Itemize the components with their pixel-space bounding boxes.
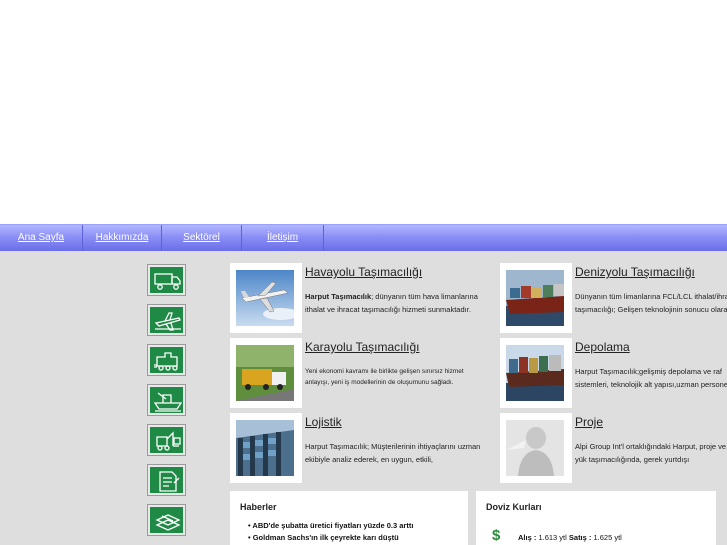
storage-description: Harput Taşımacılık;gelişmiş depolama ve … bbox=[575, 367, 727, 389]
air-transport-title[interactable]: Havayolu Taşımacılığı bbox=[305, 265, 422, 279]
sea-transport-description: Dünyanın tüm limanlarına FCL/LCL ithalat… bbox=[575, 292, 727, 314]
packages-icon[interactable] bbox=[148, 505, 185, 535]
forklift-icon[interactable] bbox=[148, 425, 185, 455]
nav-sectoral-link[interactable]: Sektörel bbox=[162, 225, 242, 251]
project-thumbnail[interactable] bbox=[500, 413, 572, 483]
news-title: Haberler bbox=[240, 502, 277, 512]
logistics-title[interactable]: Lojistik bbox=[305, 415, 342, 429]
sell-label: Satış : bbox=[568, 533, 592, 542]
nav-about-link[interactable]: Hakkımızda bbox=[83, 225, 162, 251]
air-company-name: Harput Taşımacılık bbox=[305, 292, 372, 301]
currency-title: Doviz Kurları bbox=[486, 502, 542, 512]
road-transport-title[interactable]: Karayolu Taşımacılığı bbox=[305, 340, 420, 354]
project-title[interactable]: Proje bbox=[575, 415, 603, 429]
news-item[interactable]: • Goldman Sachs'ın ilk çeyrekte karı düş… bbox=[248, 533, 399, 542]
sell-value: 1.625 ytl bbox=[593, 533, 622, 542]
document-icon[interactable] bbox=[148, 465, 185, 495]
truck-icon[interactable] bbox=[148, 265, 185, 295]
air-transport-description: Harput Taşımacılık; dünyanın tüm hava li… bbox=[305, 291, 483, 316]
news-item[interactable]: • ABD'de şubatta üretici fiyatları yüzde… bbox=[248, 521, 413, 530]
sea-transport-title[interactable]: Denizyolu Taşımacılığı bbox=[575, 265, 695, 279]
road-transport-card: Karayolu Taşımacılığı Yeni ekonomi kavra… bbox=[230, 338, 478, 408]
logistics-thumbnail[interactable] bbox=[230, 413, 302, 483]
road-transport-thumbnail[interactable] bbox=[230, 338, 302, 408]
storage-thumbnail[interactable] bbox=[500, 338, 572, 408]
storage-title[interactable]: Depolama bbox=[575, 340, 630, 354]
currency-panel: Doviz Kurları $ Alış : 1.613 ytl Satış :… bbox=[476, 491, 716, 545]
air-transport-card: Havayolu Taşımacılığı Harput Taşımacılık… bbox=[230, 263, 478, 333]
project-description: Alpi Group Int'l ortaklığındaki Harput, … bbox=[575, 442, 727, 464]
logistics-card: Lojistik Harput Taşımacılık; Müşterileri… bbox=[230, 413, 480, 483]
ship-icon[interactable] bbox=[148, 385, 185, 415]
sea-transport-thumbnail[interactable] bbox=[500, 263, 572, 333]
train-icon[interactable] bbox=[148, 345, 185, 375]
road-transport-description: Yeni ekonomi kavramı ile birlikte gelişe… bbox=[305, 368, 464, 386]
dollar-rate-line: Alış : 1.613 ytl Satış : 1.625 ytl bbox=[518, 533, 622, 542]
main-navigation: Ana Sayfa Hakkımızda Sektörel İletişim bbox=[0, 224, 727, 252]
logistics-description: Harput Taşımacılık; Müşterilerinin ihtiy… bbox=[305, 442, 481, 464]
nav-contact-link[interactable]: İletişim bbox=[242, 225, 324, 251]
dollar-icon: $ bbox=[492, 527, 501, 544]
buy-value: 1.613 ytl bbox=[538, 533, 567, 542]
nav-home-link[interactable]: Ana Sayfa bbox=[0, 225, 83, 251]
buy-label: Alış : bbox=[518, 533, 537, 542]
storage-card: Depolama Harput Taşımacılık;gelişmiş dep… bbox=[500, 338, 727, 408]
sea-transport-card: Denizyolu Taşımacılığı Dünyanın tüm lima… bbox=[500, 263, 727, 333]
news-panel: Haberler • ABD'de şubatta üretici fiyatl… bbox=[230, 491, 468, 545]
airplane-icon[interactable] bbox=[148, 305, 185, 335]
air-transport-thumbnail[interactable] bbox=[230, 263, 302, 333]
project-card: Proje Alpi Group Int'l ortaklığındaki Ha… bbox=[500, 413, 727, 483]
